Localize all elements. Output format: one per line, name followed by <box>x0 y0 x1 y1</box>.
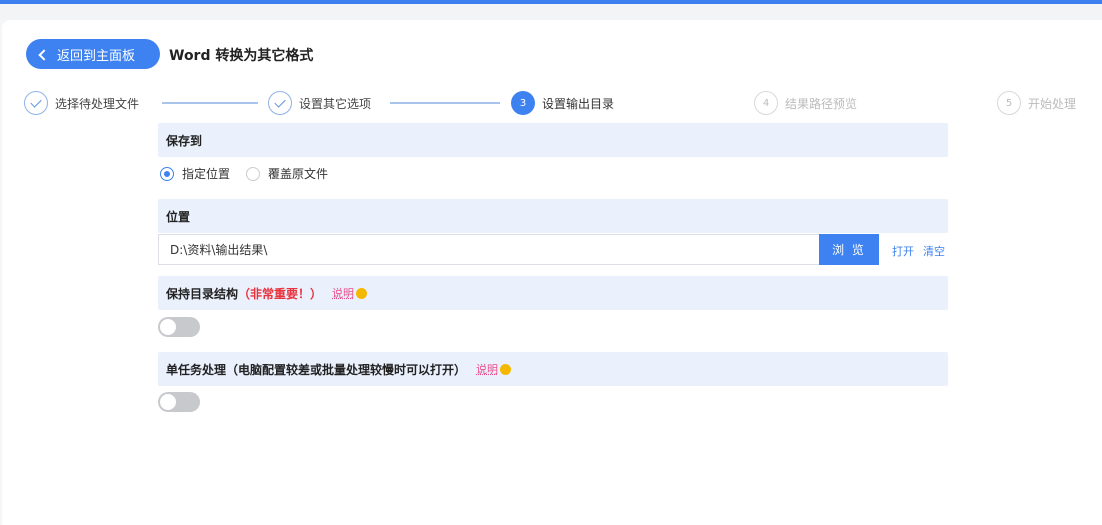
single-task-heading: 单任务处理（电脑配置较差或批量处理较慢时可以打开） 说明 <box>158 352 948 386</box>
stepper: 选择待处理文件 设置其它选项 3 设置输出目录 4 结果路径预览 5 开始处理 <box>24 91 1102 115</box>
output-path-input[interactable] <box>158 234 820 265</box>
single-task-explain-link[interactable]: 说明 <box>476 361 512 377</box>
step-start[interactable]: 5 开始处理 <box>997 91 1076 115</box>
step-connector <box>390 102 500 104</box>
save-to-heading: 保存到 <box>158 123 948 157</box>
save-to-options: 指定位置 覆盖原文件 <box>160 165 344 182</box>
page-title: Word 转换为其它格式 <box>169 48 314 64</box>
info-dot-icon <box>500 363 512 375</box>
step-label: 设置其它选项 <box>299 96 372 111</box>
step-output-dir[interactable]: 3 设置输出目录 <box>511 91 614 115</box>
step-number-badge: 5 <box>997 91 1021 115</box>
keep-structure-toggle[interactable] <box>158 317 200 337</box>
save-to-heading-text: 保存到 <box>166 133 203 148</box>
step-result-preview[interactable]: 4 结果路径预览 <box>754 91 857 115</box>
step-number-badge: 3 <box>511 91 535 115</box>
step-select-files[interactable]: 选择待处理文件 <box>24 91 139 115</box>
check-circle-icon <box>24 91 48 115</box>
browse-button[interactable]: 浏 览 <box>819 234 879 265</box>
step-label: 设置输出目录 <box>542 96 615 111</box>
step-label: 结果路径预览 <box>785 96 858 111</box>
open-link[interactable]: 打开 <box>892 243 914 259</box>
radio-label-overwrite[interactable]: 覆盖原文件 <box>268 165 328 182</box>
back-to-dashboard-button[interactable]: 返回到主面板 <box>26 39 160 69</box>
clear-link[interactable]: 清空 <box>923 243 945 259</box>
chevron-left-icon <box>38 48 50 61</box>
top-strip <box>0 4 1102 20</box>
explain-label: 说明 <box>476 363 499 376</box>
location-heading: 位置 <box>158 199 948 233</box>
single-task-heading-text: 单任务处理（电脑配置较差或批量处理较慢时可以打开） <box>166 362 467 377</box>
keep-structure-heading-text: 保持目录结构 <box>166 286 239 301</box>
radio-overwrite-original[interactable] <box>246 166 261 181</box>
radio-specified-location[interactable] <box>160 166 174 181</box>
step-label: 开始处理 <box>1028 96 1077 111</box>
step-label: 选择待处理文件 <box>55 96 140 111</box>
keep-structure-explain-link[interactable]: 说明 <box>332 285 368 301</box>
single-task-toggle[interactable] <box>158 392 200 412</box>
keep-structure-warning: （非常重要！） <box>238 286 323 301</box>
back-button-label: 返回到主面板 <box>57 48 136 64</box>
check-circle-icon <box>268 91 292 115</box>
step-connector <box>162 102 258 104</box>
radio-label-specified[interactable]: 指定位置 <box>182 165 230 182</box>
keep-structure-heading: 保持目录结构 （非常重要！） 说明 <box>158 276 948 310</box>
step-number-badge: 4 <box>754 91 778 115</box>
location-heading-text: 位置 <box>166 209 191 224</box>
explain-label: 说明 <box>332 287 355 300</box>
step-other-options[interactable]: 设置其它选项 <box>268 91 371 115</box>
info-dot-icon <box>356 287 368 299</box>
